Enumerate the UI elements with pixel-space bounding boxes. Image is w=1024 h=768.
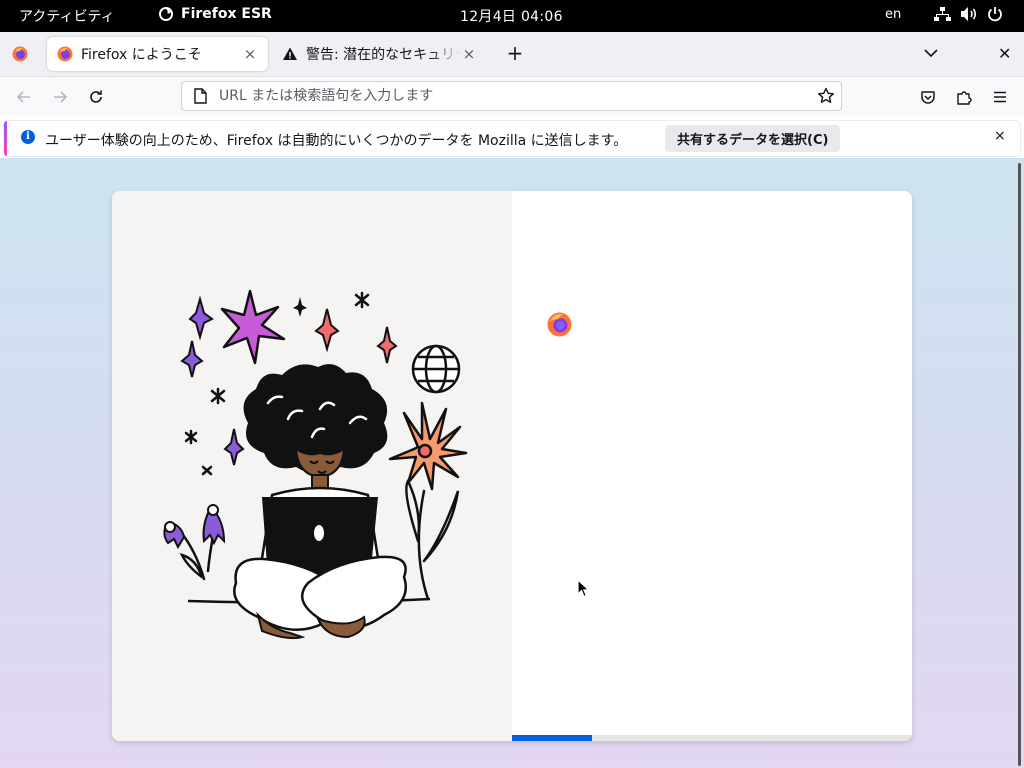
chevron-down-icon (924, 49, 938, 58)
pocket-icon (921, 91, 935, 104)
tab-security-warning[interactable]: 警告: 潜在的なセキュリティ × (272, 37, 487, 71)
page-icon (194, 88, 207, 104)
input-language-indicator[interactable]: en (885, 7, 901, 22)
firefox-icon (57, 46, 73, 62)
person-with-laptop-illustration (163, 289, 468, 640)
tab-close-button[interactable]: × (461, 45, 477, 63)
network-icon (934, 7, 951, 21)
firefox-icon (12, 46, 28, 62)
scrollbar[interactable] (1018, 163, 1021, 766)
mouse-cursor-icon (577, 579, 590, 598)
firefox-view-button[interactable] (8, 42, 32, 66)
tab-close-button[interactable]: × (242, 45, 258, 63)
reload-icon (90, 90, 102, 103)
tab-strip: Firefox にようこそ × 警告: 潜在的なセキュリティ × + ✕ (0, 32, 1024, 77)
choose-data-button[interactable]: 共有するデータを選択(C) (665, 125, 841, 152)
back-button[interactable] (12, 85, 36, 109)
pocket-button[interactable] (916, 85, 940, 109)
warning-icon (283, 47, 297, 60)
info-icon: i (21, 130, 35, 144)
activities-button[interactable]: アクティビティ (19, 6, 115, 26)
url-bar[interactable] (181, 81, 842, 111)
notification-close-button[interactable]: × (994, 128, 1006, 144)
data-reporting-notification: i ユーザー体験の向上のため、Firefox は自動的にいくつかのデータを Mo… (4, 121, 1020, 156)
firefox-logo-icon (547, 312, 572, 337)
progress-fill (512, 735, 592, 741)
url-input[interactable] (217, 87, 801, 105)
tab-title: Firefox にようこそ (81, 47, 202, 63)
app-name: Firefox ESR (181, 6, 272, 22)
reload-button[interactable] (84, 85, 108, 109)
extensions-button[interactable] (952, 85, 976, 109)
tab-welcome[interactable]: Firefox にようこそ × (47, 37, 268, 71)
window-close-button[interactable]: ✕ (998, 44, 1011, 63)
firefox-esr-icon (159, 7, 173, 21)
onboarding-card (112, 191, 912, 741)
puzzle-piece-icon (957, 91, 972, 105)
new-tab-button[interactable]: + (505, 43, 525, 64)
gnome-top-bar: アクティビティ Firefox ESR 12月4日 04:06 en (0, 0, 1024, 32)
forward-arrow-icon (54, 91, 68, 103)
onboarding-progress-bar (512, 735, 912, 741)
list-all-tabs-button[interactable] (923, 45, 939, 65)
onboarding-illustration-panel (112, 191, 512, 741)
tab-title: 警告: 潜在的なセキュリティ (306, 47, 461, 63)
app-menu-button[interactable] (988, 85, 1012, 109)
forward-button[interactable] (48, 85, 72, 109)
bookmark-star-icon[interactable] (817, 87, 835, 105)
globe-icon (411, 344, 461, 394)
hamburger-menu-icon (994, 91, 1006, 103)
back-arrow-icon (16, 91, 30, 103)
onboarding-content-panel (512, 191, 912, 741)
clock[interactable]: 12月4日 04:06 (460, 6, 563, 26)
system-menu[interactable] (934, 6, 1003, 22)
app-menu[interactable]: Firefox ESR (158, 6, 272, 22)
power-icon (988, 7, 1002, 22)
volume-icon (961, 7, 977, 21)
notification-accent-bar (4, 121, 7, 156)
navigation-toolbar (0, 77, 1024, 117)
notification-message: ユーザー体験の向上のため、Firefox は自動的にいくつかのデータを Mozi… (45, 133, 628, 149)
